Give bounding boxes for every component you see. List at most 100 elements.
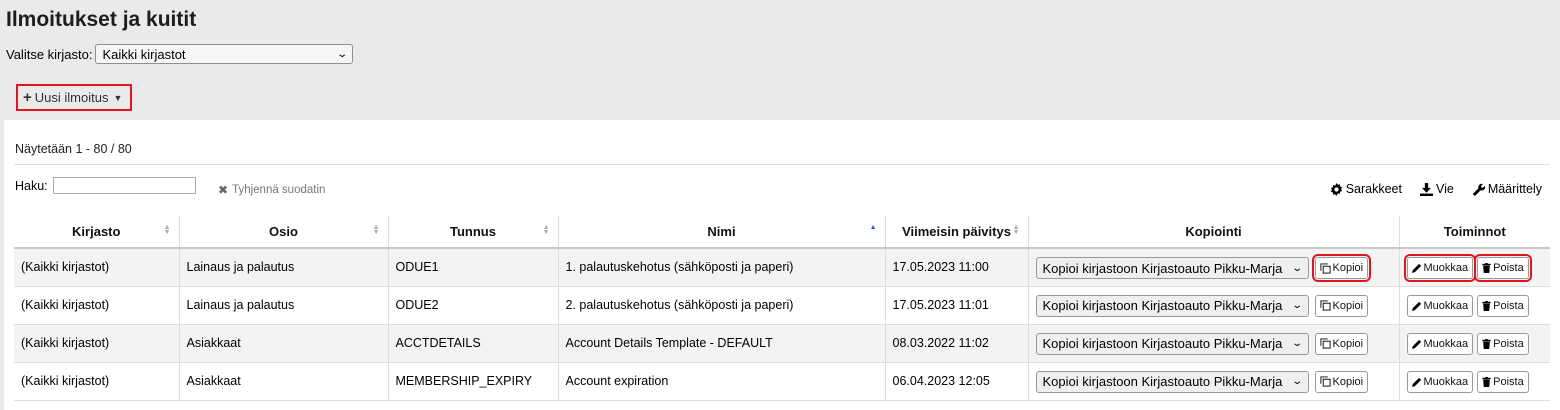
search-input[interactable]: [52, 177, 196, 194]
delete-button[interactable]: Poista: [1477, 370, 1529, 393]
download-icon: [1419, 182, 1433, 196]
cell-library: (Kaikki kirjastot): [14, 248, 179, 287]
copy-target-select[interactable]: Kopioi kirjastoon Kirjastoauto Pikku-Mar…: [1035, 294, 1309, 317]
filter-row: Haku:: [15, 177, 196, 194]
edit-button[interactable]: Muokkaa: [1406, 370, 1474, 393]
table-row: (Kaikki kirjastot) Asiakkaat ACCTDETAILS…: [14, 324, 1550, 363]
table-row: (Kaikki kirjastot) Lainaus ja palautus O…: [14, 286, 1550, 325]
trash-icon: [1482, 263, 1491, 273]
cell-module: Asiakkaat: [178, 362, 388, 401]
table-row: (Kaikki kirjastot) Lainaus ja palautus O…: [14, 248, 1550, 287]
close-icon: ✖: [218, 183, 229, 197]
library-select-row: Valitse kirjasto: Kaikki kirjastot ⌄: [6, 44, 354, 64]
library-select[interactable]: Kaikki kirjastot ⌄: [95, 44, 354, 64]
column-header-actions: Toiminnot: [1398, 216, 1550, 249]
copy-icon: [1319, 300, 1331, 311]
filter-label: Haku:: [15, 178, 48, 193]
copy-button[interactable]: Kopioi: [1314, 332, 1369, 355]
divider: [14, 164, 1550, 165]
copy-button[interactable]: Kopioi: [1314, 294, 1369, 317]
copy-icon: [1319, 262, 1331, 274]
chevron-down-icon: ⌄: [1291, 300, 1304, 311]
pencil-icon: [1411, 301, 1421, 311]
cell-copy: Kopioi kirjastoon Kirjastoauto Pikku-Mar…: [1027, 248, 1399, 287]
notices-panel: Näytetään 1 - 80 / 80 Haku: ✖ Tyhjennä s…: [4, 120, 1560, 410]
chevron-down-icon: ⌄: [336, 48, 349, 60]
copy-icon: [1319, 338, 1331, 349]
column-header-name[interactable]: Nimi▲▼: [557, 216, 885, 249]
column-header-updated[interactable]: Viimeisin päivitys ▲ ▼: [884, 216, 1028, 249]
column-header-library[interactable]: Kirjasto ▲ ▼: [14, 216, 179, 249]
sort-ascending-icon: ▲▼: [869, 224, 877, 231]
caret-down-icon: ▼: [113, 92, 123, 103]
copy-button[interactable]: Kopioi: [1311, 254, 1372, 282]
cell-library: (Kaikki kirjastot): [14, 286, 179, 325]
cell-updated: 17.05.2023 11:00: [884, 248, 1028, 287]
cell-name: 1. palautuskehotus (sähköposti ja paperi…: [557, 248, 885, 287]
library-select-value: Kaikki kirjastot: [102, 46, 186, 62]
copy-target-select[interactable]: Kopioi kirjastoon Kirjastoauto Pikku-Mar…: [1035, 332, 1309, 355]
settings-button[interactable]: Määrittely: [1472, 182, 1542, 196]
sort-icon: ▲ ▼: [1012, 224, 1020, 236]
chevron-down-icon: ⌄: [1291, 338, 1304, 349]
delete-button[interactable]: Poista: [1474, 254, 1532, 282]
clear-filter-label: Tyhjennä suodatin: [232, 184, 326, 196]
export-label: Vie: [1435, 182, 1454, 196]
column-header-module[interactable]: Osio ▲ ▼: [178, 216, 388, 249]
pencil-icon: [1411, 377, 1421, 387]
notices-table: Kirjasto▲▼ Osio▲▼ Tunnus▲▼ Nimi▲▼ Viimei…: [14, 216, 1550, 401]
pencil-icon: [1411, 263, 1421, 273]
cell-updated: 17.05.2023 11:01: [884, 286, 1028, 325]
chevron-down-icon: ⌄: [1291, 376, 1304, 387]
trash-icon: [1482, 338, 1491, 349]
cell-library: (Kaikki kirjastot): [14, 362, 179, 401]
table-row: (Kaikki kirjastot) Asiakkaat MEMBERSHIP_…: [14, 362, 1550, 401]
copy-target-select[interactable]: Kopioi kirjastoon Kirjastoauto Pikku-Mar…: [1035, 257, 1309, 279]
columns-button[interactable]: Sarakkeet: [1330, 182, 1402, 196]
cell-code: MEMBERSHIP_EXPIRY: [387, 362, 558, 401]
trash-icon: [1482, 300, 1491, 311]
cell-module: Asiakkaat: [178, 324, 388, 363]
table-toolbar: Sarakkeet Vie Määrittely: [1312, 182, 1542, 196]
cell-actions: Muokkaa Poista: [1398, 248, 1550, 287]
edit-button[interactable]: Muokkaa: [1406, 294, 1474, 317]
table-header-row: Kirjasto▲▼ Osio▲▼ Tunnus▲▼ Nimi▲▼ Viimei…: [14, 216, 1550, 249]
cell-actions: Muokkaa Poista: [1398, 362, 1550, 401]
plus-icon: +: [23, 89, 32, 106]
table-info: Näytetään 1 - 80 / 80: [15, 142, 132, 156]
library-select-label: Valitse kirjasto:: [6, 46, 93, 62]
settings-label: Määrittely: [1487, 182, 1542, 196]
columns-label: Sarakkeet: [1345, 182, 1402, 196]
gear-icon: [1330, 182, 1342, 196]
cell-code: ODUE2: [387, 286, 558, 325]
cell-actions: Muokkaa Poista: [1398, 324, 1550, 363]
cell-copy: Kopioi kirjastoon Kirjastoauto Pikku-Mar…: [1027, 324, 1399, 363]
edit-button[interactable]: Muokkaa: [1403, 254, 1477, 282]
cell-code: ODUE1: [387, 248, 558, 287]
trash-icon: [1482, 376, 1491, 387]
new-notice-label: Uusi ilmoitus: [34, 90, 109, 105]
cell-updated: 06.04.2023 12:05: [884, 362, 1028, 401]
copy-target-select[interactable]: Kopioi kirjastoon Kirjastoauto Pikku-Mar…: [1035, 370, 1309, 393]
new-notice-button[interactable]: + Uusi ilmoitus ▼: [16, 84, 132, 111]
pencil-icon: [1411, 339, 1421, 349]
cell-name: Account Details Template - DEFAULT: [557, 324, 885, 363]
column-header-code[interactable]: Tunnus ▲ ▼: [387, 216, 558, 249]
cell-name: Account expiration: [557, 362, 885, 401]
copy-button[interactable]: Kopioi: [1314, 370, 1369, 393]
cell-name: 2. palautuskehotus (sähköposti ja paperi…: [557, 286, 885, 325]
sort-icon: ▲ ▼: [542, 224, 550, 236]
sort-icon: ▲ ▼: [372, 224, 380, 236]
delete-button[interactable]: Poista: [1477, 294, 1529, 317]
column-header-copy: Kopiointi: [1027, 216, 1399, 249]
export-button[interactable]: Vie: [1419, 182, 1454, 196]
cell-module: Lainaus ja palautus: [178, 248, 388, 287]
sort-icon: ▲ ▼: [163, 224, 171, 236]
clear-filter-button[interactable]: ✖ Tyhjennä suodatin: [218, 183, 325, 197]
delete-button[interactable]: Poista: [1477, 332, 1529, 355]
chevron-down-icon: ⌄: [1291, 262, 1304, 274]
edit-button[interactable]: Muokkaa: [1406, 332, 1474, 355]
cell-module: Lainaus ja palautus: [178, 286, 388, 325]
cell-updated: 08.03.2022 11:02: [884, 324, 1028, 363]
cell-actions: Muokkaa Poista: [1398, 286, 1550, 325]
